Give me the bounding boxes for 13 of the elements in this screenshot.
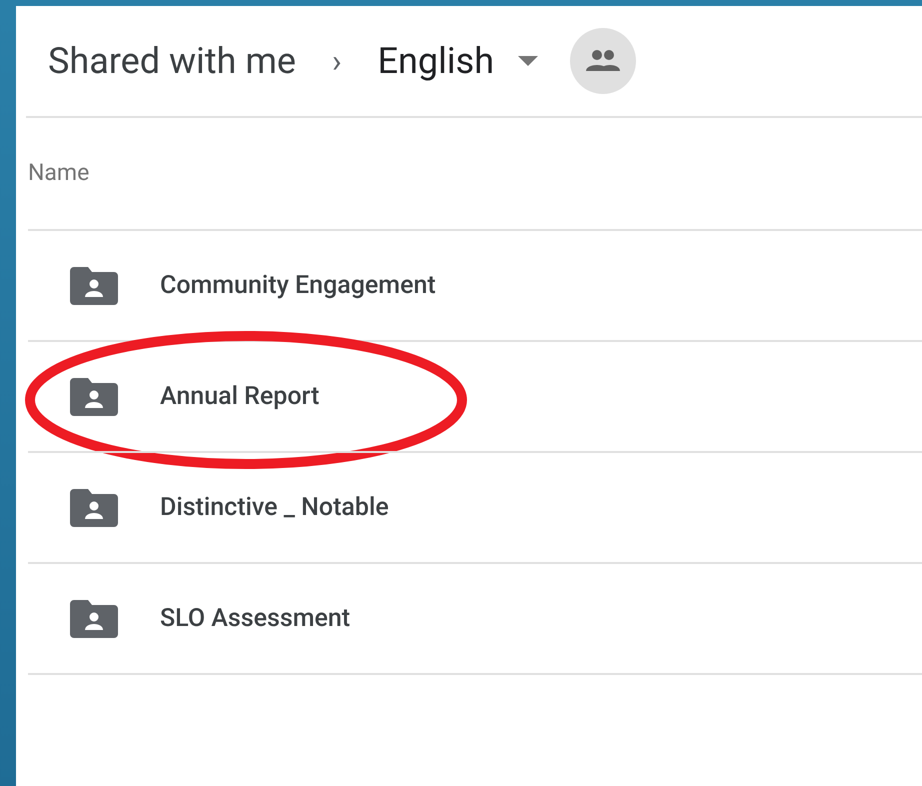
folder-name: Distinctive _ Notable	[160, 492, 389, 524]
folder-name: SLO Assessment	[160, 602, 350, 635]
column-header[interactable]: Name	[28, 156, 90, 191]
breadcrumb-separator: ›	[332, 41, 342, 82]
folder-name: Annual Report	[160, 380, 320, 413]
shared-folder-icon	[70, 488, 118, 526]
breadcrumb-link[interactable]: Shared with me	[48, 34, 296, 88]
shared-folder-icon	[70, 600, 118, 638]
current-folder-title: English	[378, 39, 494, 84]
shared-folder-icon	[70, 378, 118, 416]
folder-name: Community Engagement	[160, 270, 436, 302]
shared-folder-icon	[70, 266, 118, 304]
dropdown-caret-icon[interactable]	[516, 55, 540, 67]
